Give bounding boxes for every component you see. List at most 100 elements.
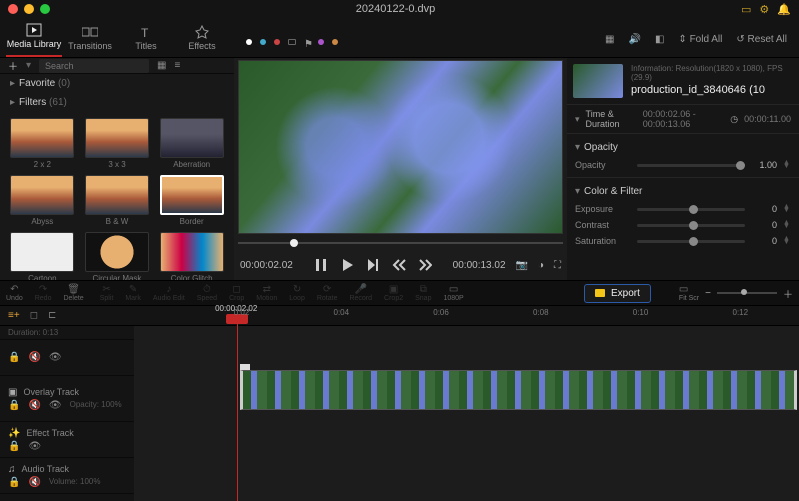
contrast-slider[interactable] [637,224,745,227]
filter-thumb-color-glitch[interactable]: Color Glitch [157,232,226,280]
lock-icon[interactable]: 🔒 [8,400,20,411]
split-button[interactable]: ✂Split [100,284,114,302]
exposure-slider[interactable] [637,208,745,211]
next-clip-button[interactable] [418,258,432,272]
filter-thumb-bw[interactable]: B & W [83,175,152,226]
filter-thumb-abyss[interactable]: Abyss [8,175,77,226]
next-frame-button[interactable] [366,258,380,272]
pause-button[interactable] [314,258,328,272]
clock-icon[interactable]: ◷ [730,114,738,125]
section-color-filter[interactable]: ▾Color & Filter [575,182,791,201]
bell-icon[interactable]: 🔔 [777,3,791,16]
play-button[interactable] [340,258,354,272]
save-icon[interactable]: ▭ [741,3,751,16]
fold-all-button[interactable]: ⇕ Fold All [678,34,722,45]
fit-screen-button[interactable]: ▭Fit Scr [679,284,699,302]
time-duration-label[interactable]: Time & Duration [586,109,637,129]
visibility-icon[interactable]: 👁 [49,400,62,411]
mute-icon[interactable]: 🔇 [28,352,40,363]
grid-view-icon[interactable]: ▦ [157,60,166,71]
category-filters[interactable]: ▸Filters (61) [0,93,234,112]
filter-thumb-circular-mask[interactable]: Circular Mask [83,232,152,280]
volume-icon[interactable]: 🔊 [628,34,640,45]
dropdown-icon[interactable]: ▾ [26,60,31,71]
resolution-button[interactable]: ▭1080P [443,284,463,302]
track-tool-b-icon[interactable]: ⊏ [48,310,56,321]
filter-thumb-aberration[interactable]: Aberration [157,118,226,169]
timeline-tracks-area[interactable] [134,326,799,501]
exposure-stepper[interactable]: ▲▼ [783,205,791,213]
tab-effects[interactable]: Effects [174,21,230,57]
filter-thumb-3x3[interactable]: 3 x 3 [83,118,152,169]
mute-icon[interactable]: 🔇 [28,400,40,411]
motion-button[interactable]: ⇄Motion [256,284,277,302]
histogram-icon[interactable]: ▦ [605,34,614,45]
video-clip[interactable] [240,370,797,410]
list-view-icon[interactable]: ≡ [174,60,180,71]
zoom-out-button[interactable]: − [705,288,711,299]
filter-thumb-border[interactable]: Border [157,175,226,226]
lock-icon[interactable]: 🔒 [8,441,20,452]
mask-icon[interactable]: ◑ [538,260,544,271]
search-input[interactable] [39,59,149,73]
mark-button[interactable]: ✎Mark [125,284,141,302]
mute-icon[interactable]: 🔇 [28,477,40,488]
add-track-button[interactable]: ≡+ [8,310,20,321]
speed-button[interactable]: ⏱Speed [197,284,217,302]
saturation-stepper[interactable]: ▲▼ [783,237,791,245]
marker-cyan[interactable] [260,39,266,45]
track-tool-a-icon[interactable]: ◻ [30,310,38,321]
crop2-button[interactable]: ▣Crop2 [384,284,403,302]
saturation-value[interactable]: 0 [751,236,777,246]
redo-button[interactable]: ↷Redo [35,284,52,302]
prev-clip-button[interactable] [392,258,406,272]
audio-edit-button[interactable]: ♪Audio Edit [153,284,185,302]
filter-thumb-2x2[interactable]: 2 x 2 [8,118,77,169]
tab-titles[interactable]: T Titles [118,21,174,57]
crop-button[interactable]: ◻Crop [229,284,244,302]
tab-transitions[interactable]: Transitions [62,21,118,57]
marker-purple[interactable] [318,39,324,45]
effect-track-header[interactable]: ✨ Effect Track 🔒 👁 [0,422,134,458]
audio-track-header[interactable]: ♫ Audio Track 🔒 🔇 Volume: 100% [0,458,134,494]
lock-icon[interactable]: 🔒 [8,477,20,488]
panel-toggle-icon[interactable]: ◧ [655,34,664,45]
maximize-window-button[interactable] [40,4,50,14]
video-track-header[interactable]: 🔒 🔇 👁 [0,340,134,376]
scrubber-playhead[interactable] [290,239,298,247]
preview-viewport[interactable] [238,60,563,234]
marker-flag-icon[interactable]: ⚑ [304,39,310,45]
contrast-value[interactable]: 0 [751,220,777,230]
preview-scrubber[interactable] [238,236,563,250]
snapshot-icon[interactable]: 📷 [516,260,528,271]
contrast-stepper[interactable]: ▲▼ [783,221,791,229]
marker-orange[interactable] [332,39,338,45]
settings-icon[interactable]: ⚙ [759,3,769,16]
zoom-slider[interactable] [717,292,777,294]
tab-media-library[interactable]: Media Library [6,19,62,57]
opacity-value[interactable]: 1.00 [751,160,777,170]
reset-all-button[interactable]: ↺ Reset All [736,34,787,45]
minimize-window-button[interactable] [24,4,34,14]
visibility-icon[interactable]: 👁 [49,352,62,363]
marker-tool-icon[interactable] [288,39,296,45]
visibility-icon[interactable]: 👁 [28,441,41,452]
opacity-slider[interactable] [637,164,745,167]
filter-thumb-cartoon[interactable]: Cartoon [8,232,77,280]
record-button[interactable]: 🎤Record [349,284,372,302]
export-button[interactable]: Export [584,284,651,303]
category-favorite[interactable]: ▸Favorite (0) [0,74,234,93]
overlay-track-header[interactable]: ▣ Overlay Track 🔒 🔇 👁 Opacity: 100% [0,376,134,422]
loop-button[interactable]: ↻Loop [289,284,305,302]
rotate-button[interactable]: ⟳Rotate [317,284,338,302]
marker-white[interactable] [246,39,252,45]
delete-button[interactable]: 🗑Delete [63,284,83,302]
close-window-button[interactable] [8,4,18,14]
snap-button[interactable]: ⧉Snap [415,284,431,302]
add-icon[interactable]: ＋ [8,58,18,73]
fullscreen-icon[interactable]: ⛶ [554,260,561,271]
exposure-value[interactable]: 0 [751,204,777,214]
opacity-stepper[interactable]: ▲▼ [783,161,791,169]
saturation-slider[interactable] [637,240,745,243]
timeline-ruler[interactable]: 00:00:02.02 0:02 0:04 0:06 0:08 0:10 0:1… [134,306,799,325]
